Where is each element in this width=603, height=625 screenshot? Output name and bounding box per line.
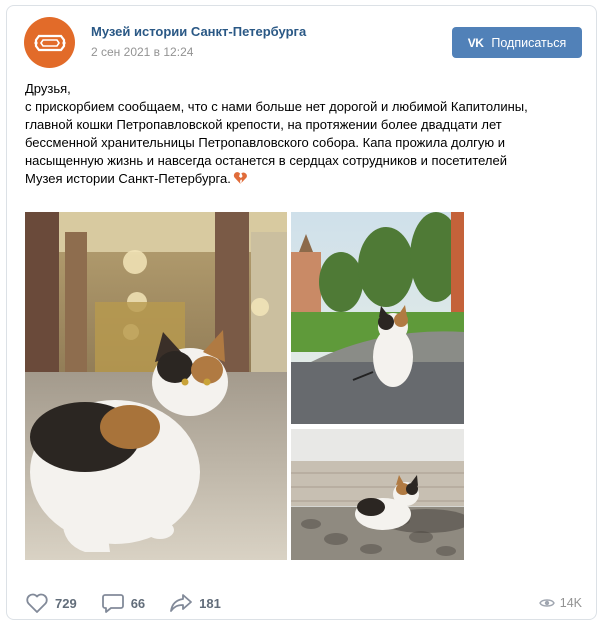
share-icon (170, 594, 193, 612)
heart-icon (26, 593, 48, 613)
post-card: Музей истории Санкт-Петербурга 2 сен 202… (6, 5, 597, 620)
comment-icon (101, 594, 124, 613)
cat-on-pavement-photo[interactable] (291, 212, 464, 424)
like-count: 729 (55, 595, 77, 611)
post-date[interactable]: 2 сен 2021 в 12:24 (91, 45, 193, 59)
eye-icon (538, 599, 555, 607)
post-text-last-line: Музея истории Санкт-Петербурга. (25, 170, 585, 190)
cat-on-cobblestones-photo[interactable] (291, 429, 464, 560)
comment-button[interactable]: 66 (101, 592, 145, 614)
views-counter: 14K (538, 596, 582, 610)
post-text: Друзья, с прискорбием сообщаем, что с на… (25, 80, 585, 190)
post-text-line: главной кошки Петропавловской крепости, … (25, 117, 502, 132)
museum-logo-icon (33, 34, 66, 51)
post-text-line: бессменной хранительницы Петропавловског… (25, 135, 506, 150)
post-text-line: с прискорбием сообщаем, что с нами больш… (25, 99, 528, 114)
share-count: 181 (199, 595, 221, 611)
post-text-line: Музея истории Санкт-Петербурга. (25, 171, 231, 186)
post-actions: 729 66 181 (25, 593, 221, 613)
like-button[interactable]: 729 (25, 592, 77, 614)
subscribe-button[interactable]: VK Подписаться (452, 27, 582, 58)
comment-count: 66 (130, 595, 146, 611)
post-text-line: насыщенную жизнь и навсегда останется в … (25, 153, 507, 168)
museum-avatar[interactable] (24, 17, 75, 68)
subscribe-label: Подписаться (491, 35, 567, 50)
views-count: 14K (559, 596, 582, 610)
cathedral-interior-cat-photo[interactable] (25, 212, 287, 560)
share-button[interactable]: 181 (169, 592, 221, 614)
vk-logo-icon: VK (467, 35, 484, 50)
post-author-link[interactable]: Музей истории Санкт-Петербурга (91, 24, 306, 39)
post-text-line: Друзья, (25, 81, 71, 96)
broken-heart-icon (233, 171, 248, 190)
